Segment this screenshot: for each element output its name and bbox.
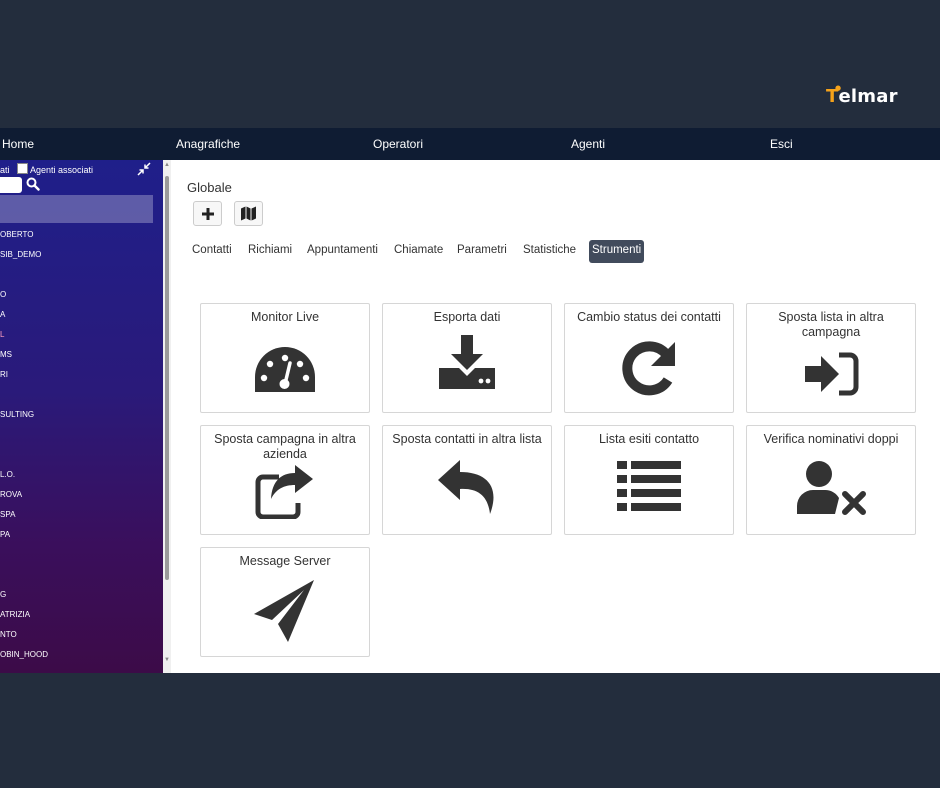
sidebar-selected-item[interactable] — [0, 195, 153, 223]
nav-agenti[interactable]: Agenti — [571, 137, 605, 151]
tool-monitor-live[interactable]: Monitor Live — [200, 303, 370, 413]
sidebar-item[interactable]: PA — [0, 530, 10, 539]
tab-appuntamenti[interactable]: Appuntamenti — [305, 240, 380, 263]
tool-label: Sposta campagna in altra azienda — [214, 432, 356, 461]
sidebar-item[interactable]: SPA — [0, 510, 15, 519]
sidebar-scrollbar[interactable]: ▲ ▼ — [163, 160, 171, 673]
sidebar-item[interactable]: OBERTO — [0, 230, 34, 239]
tool-label: Esporta dati — [433, 310, 501, 324]
sidebar-item[interactable]: A — [0, 310, 5, 319]
sidebar: ati Agenti associati OBERTO SIB_DEMO O A… — [0, 160, 163, 673]
tab-statistiche[interactable]: Statistiche — [521, 240, 578, 263]
sidebar-item[interactable]: O — [0, 290, 6, 299]
paper-plane-icon — [254, 580, 314, 642]
sidebar-item[interactable]: G — [0, 590, 6, 599]
tab-parametri[interactable]: Parametri — [455, 240, 509, 263]
sidebar-item[interactable]: L — [0, 330, 4, 339]
page-title: Globale — [187, 180, 232, 195]
tool-label: Monitor Live — [250, 310, 320, 324]
filter-label: ati — [0, 165, 10, 175]
sidebar-search-input[interactable] — [0, 177, 22, 193]
sidebar-item[interactable]: NTO — [0, 630, 17, 639]
sidebar-filter-bar: ati Agenti associati — [0, 162, 163, 176]
share-square-icon — [255, 465, 313, 519]
scrollbar-thumb[interactable] — [165, 176, 169, 580]
tool-sposta-contatti[interactable]: Sposta contatti in altra lista — [382, 425, 552, 535]
tool-label: Verifica nominativi doppi — [763, 432, 899, 446]
sidebar-item[interactable]: SULTING — [0, 410, 34, 419]
user-times-icon — [797, 461, 866, 515]
add-button[interactable] — [193, 201, 222, 226]
download-icon — [439, 335, 495, 389]
tool-label: Sposta lista in altra campagna — [778, 310, 884, 339]
tab-strumenti[interactable]: Strumenti — [589, 240, 645, 263]
main-navbar: Home Anagrafiche Operatori Agenti Esci — [0, 128, 940, 160]
tool-sposta-lista[interactable]: Sposta lista in altra campagna — [746, 303, 916, 413]
search-icon[interactable] — [26, 177, 40, 191]
plus-icon — [201, 207, 214, 220]
nav-anagrafiche[interactable]: Anagrafiche — [176, 137, 240, 151]
sidebar-item[interactable]: SIB_DEMO — [0, 250, 41, 259]
tool-sposta-campagna[interactable]: Sposta campagna in altra azienda — [200, 425, 370, 535]
tool-verifica-doppi[interactable]: Verifica nominativi doppi — [746, 425, 916, 535]
telmar-logo: T ● elmar — [826, 84, 898, 107]
tool-esporta-dati[interactable]: Esporta dati — [382, 303, 552, 413]
app-window: ati Agenti associati OBERTO SIB_DEMO O A… — [0, 160, 940, 673]
tool-label: Sposta contatti in altra lista — [392, 432, 542, 446]
tab-richiami[interactable]: Richiami — [246, 240, 294, 263]
reply-icon — [438, 460, 494, 514]
tool-label: Message Server — [239, 554, 331, 568]
scroll-down-icon[interactable]: ▼ — [164, 657, 170, 663]
agenti-associati-label: Agenti associati — [30, 165, 94, 175]
sidebar-item[interactable]: L.O. — [0, 470, 15, 479]
tool-message-server[interactable]: Message Server — [200, 547, 370, 657]
nav-esci[interactable]: Esci — [770, 137, 793, 151]
sidebar-item[interactable]: ATRIZIA — [0, 610, 30, 619]
sidebar-item[interactable]: MS — [0, 350, 12, 359]
tool-cambio-status[interactable]: Cambio status dei contatti — [564, 303, 734, 413]
map-button[interactable] — [234, 201, 263, 226]
tool-lista-esiti[interactable]: Lista esiti contatto — [564, 425, 734, 535]
sidebar-item[interactable]: ROVA — [0, 490, 22, 499]
agenti-associati-checkbox[interactable] — [17, 163, 28, 174]
sidebar-item[interactable]: RI — [0, 370, 8, 379]
main-content: Globale Contatti Richiami Appuntamenti C… — [171, 160, 940, 673]
list-icon — [617, 461, 681, 511]
tab-chiamate[interactable]: Chiamate — [392, 240, 445, 263]
tool-label: Lista esiti contatto — [598, 432, 700, 446]
collapse-icon[interactable] — [137, 162, 151, 176]
nav-operatori[interactable]: Operatori — [373, 137, 423, 151]
nav-home[interactable]: Home — [2, 137, 34, 151]
tool-label: Cambio status dei contatti — [577, 310, 721, 324]
sidebar-item[interactable]: OBIN_HOOD — [0, 650, 48, 659]
sign-in-icon — [805, 352, 859, 396]
redo-icon — [622, 341, 675, 396]
tab-contatti[interactable]: Contatti — [190, 240, 234, 263]
gauge-icon — [255, 347, 315, 392]
map-icon — [241, 206, 256, 221]
scroll-up-icon[interactable]: ▲ — [164, 162, 170, 168]
